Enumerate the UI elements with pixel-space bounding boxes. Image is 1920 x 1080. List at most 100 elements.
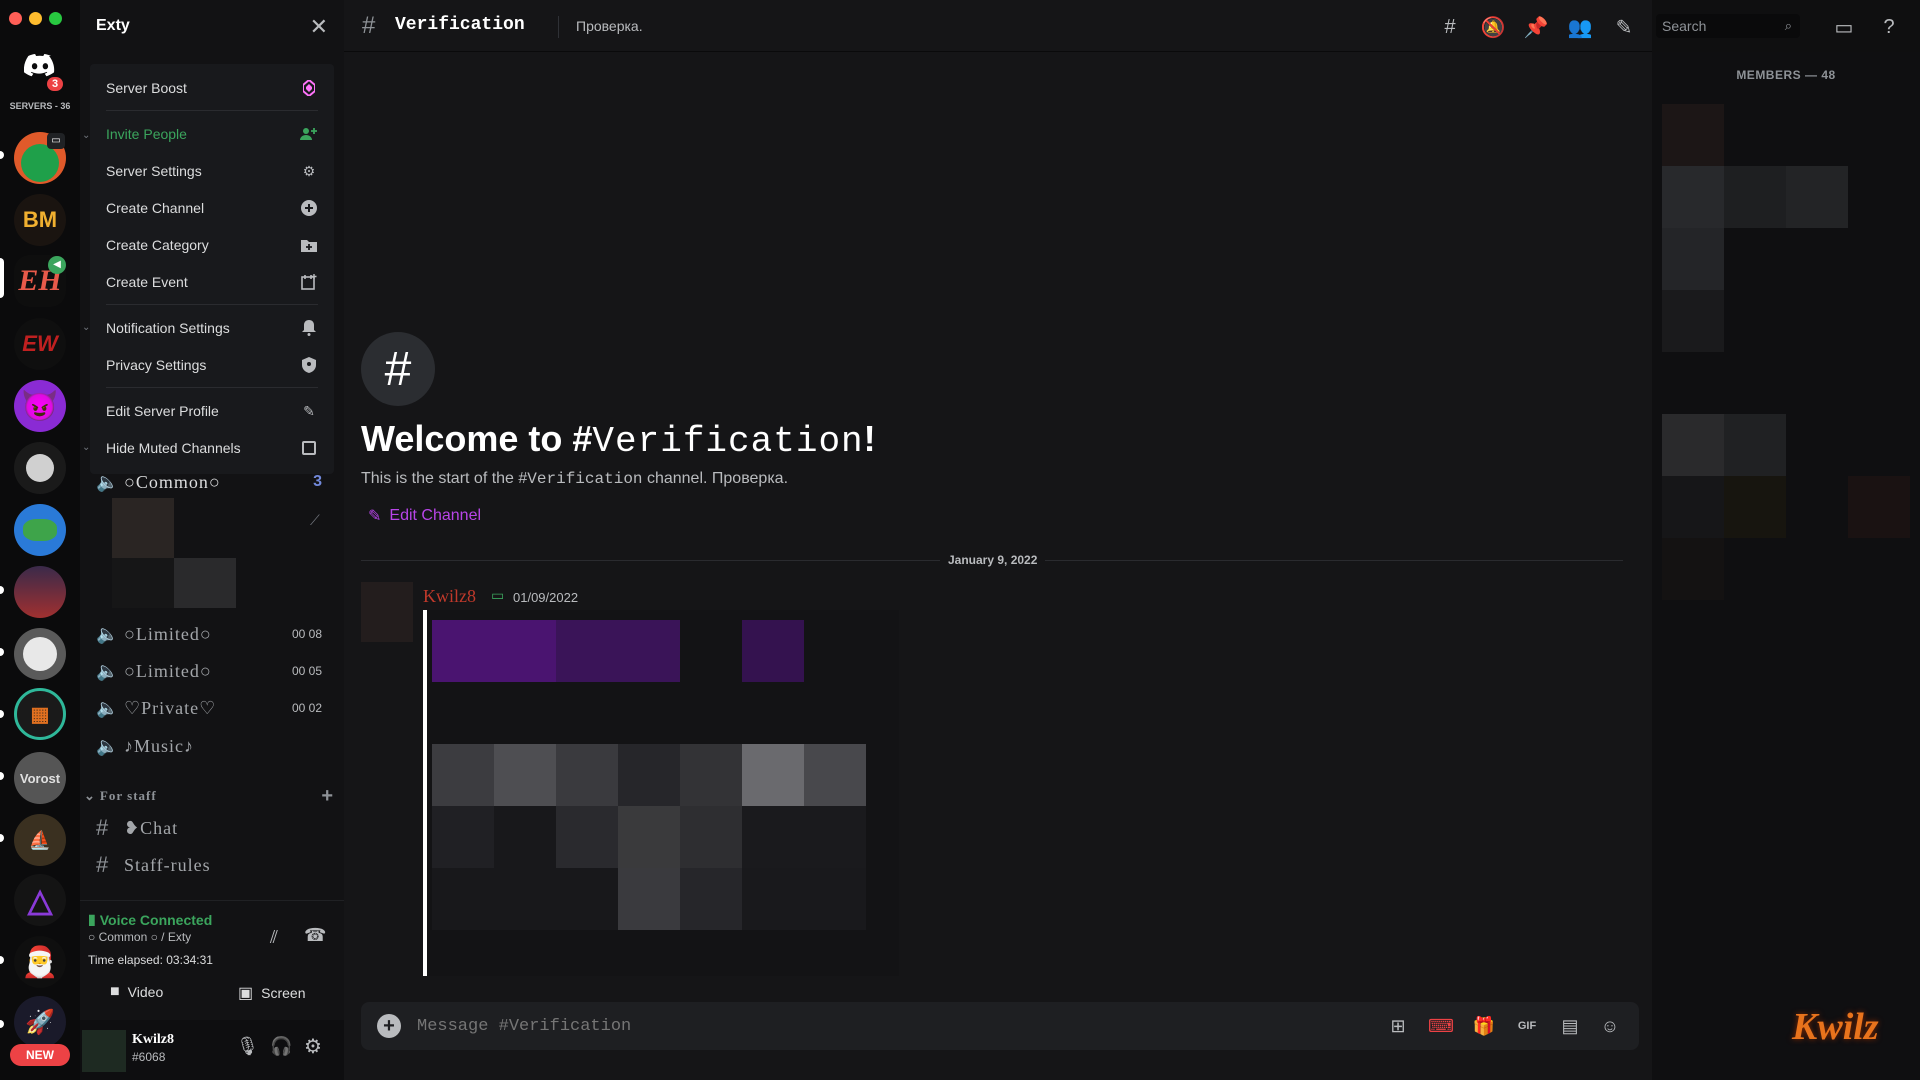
embed-pixel <box>742 806 866 868</box>
member-avatar[interactable] <box>1662 538 1724 600</box>
voice-channel-limited[interactable]: 🔈 ○Limited○ 00 05 <box>96 654 336 688</box>
member-avatar[interactable] <box>1662 166 1724 228</box>
embed-pixel <box>742 620 804 682</box>
voice-channel-music[interactable]: 🔈 ♪Music♪ <box>96 729 336 763</box>
channel-topic[interactable]: Проверка. <box>576 18 643 34</box>
menu-item-create-event[interactable]: Create Event <box>98 266 326 298</box>
server-header[interactable]: Exty <box>80 0 344 52</box>
desktop-icon: ▭ <box>491 587 505 603</box>
embed-pixel <box>556 744 618 806</box>
server-icon-boat[interactable]: ⛵ <box>14 814 66 866</box>
server-icon-sunset[interactable] <box>14 566 66 618</box>
edit-note-icon[interactable]: ✎ <box>1611 14 1637 40</box>
embed-pixel <box>432 620 556 682</box>
inbox-icon[interactable]: ▭ <box>1831 14 1857 40</box>
embed-pixel <box>742 744 804 806</box>
pin-icon[interactable]: 📌 <box>1523 14 1549 40</box>
threads-icon[interactable]: # <box>1437 14 1463 40</box>
voice-channel-private[interactable]: 🔈 ♡Private♡ 00 02 <box>96 691 336 725</box>
screen-share-button[interactable]: ▣ Screen <box>238 983 305 1003</box>
server-icon-rocket[interactable]: 🚀 <box>14 996 66 1048</box>
voice-location[interactable]: ○ Common ○ / Exty <box>88 930 191 944</box>
server-icon-triangle[interactable]: △ <box>14 874 66 926</box>
category-for-staff[interactable]: ⌄ For staff + <box>84 785 334 808</box>
text-channel-staff-rules[interactable]: # Staff-rules <box>96 848 336 882</box>
avatar[interactable] <box>82 1030 126 1072</box>
gift-icon[interactable]: 🎁 <box>1471 1014 1497 1038</box>
voice-user-avatar[interactable] <box>112 498 174 558</box>
menu-item-server-settings[interactable]: Server Settings ⚙ <box>98 155 326 187</box>
menu-item-privacy-settings[interactable]: Privacy Settings <box>98 349 326 381</box>
message-avatar[interactable] <box>361 582 413 642</box>
deafened-icon: ⟋ <box>310 512 320 528</box>
translate-icon[interactable]: ⊞ <box>1385 1014 1411 1038</box>
server-icon-bm[interactable]: BM <box>14 194 66 246</box>
text-channel-chat[interactable]: # ❥Chat <box>96 811 336 845</box>
menu-item-create-category[interactable]: Create Category <box>98 229 326 261</box>
screen-share-icon: ▭ <box>47 133 65 149</box>
server-icon-cat[interactable] <box>14 628 66 680</box>
calendar-plus-icon <box>300 273 318 291</box>
search-input[interactable]: Search ⌕ <box>1656 14 1800 38</box>
server-icon-ew[interactable]: EW <box>14 318 66 370</box>
server-icon-wolf[interactable] <box>14 442 66 494</box>
video-button[interactable]: ■ Video <box>110 983 163 1001</box>
voice-user-avatar[interactable] <box>174 558 236 608</box>
close-icon[interactable]: ✕ <box>310 14 328 40</box>
menu-item-edit-server-profile[interactable]: Edit Server Profile ✎ <box>98 395 326 427</box>
voice-user-avatar[interactable] <box>112 558 174 608</box>
sticker-icon[interactable]: ▤ <box>1557 1014 1583 1038</box>
server-icon-vorost[interactable]: Vorost <box>14 752 66 804</box>
member-avatar[interactable] <box>1662 290 1724 352</box>
kwilz-watermark-logo: Kwilz <box>1792 1006 1879 1048</box>
message-timestamp: 01/09/2022 <box>513 590 579 605</box>
mute-bell-icon[interactable]: 🔕 <box>1480 14 1506 40</box>
voice-status[interactable]: ▮ Voice Connected <box>88 911 212 928</box>
member-avatar[interactable] <box>1786 166 1848 228</box>
user-settings-gear-icon[interactable]: ⚙ <box>304 1034 322 1059</box>
category-label: For staff <box>99 788 157 803</box>
server-icon-earth[interactable] <box>14 504 66 556</box>
member-avatar[interactable] <box>1724 166 1786 228</box>
gif-icon[interactable]: GIF <box>1514 1014 1540 1038</box>
headphones-icon[interactable]: 🎧 <box>270 1036 292 1057</box>
voice-channel-common[interactable]: 🔈 ○Common○ 3 <box>96 465 336 499</box>
message-author[interactable]: Kwilz8 <box>423 586 476 607</box>
menu-item-create-channel[interactable]: Create Channel <box>98 192 326 224</box>
plus-circle-icon <box>300 199 318 217</box>
server-icon-santa[interactable]: 🎅 <box>14 936 66 988</box>
edit-channel-link[interactable]: ✎ Edit Channel <box>368 506 481 526</box>
server-icon-devil[interactable]: 😈 <box>14 380 66 432</box>
noise-suppression-icon[interactable]: ⫽ <box>270 927 278 948</box>
member-list-icon[interactable]: 👥 <box>1567 14 1593 40</box>
menu-separator <box>106 387 318 388</box>
menu-item-hide-muted-channels[interactable]: Hide Muted Channels <box>98 432 326 464</box>
member-avatar[interactable] <box>1724 414 1786 476</box>
voice-channel-limited[interactable]: 🔈 ○Limited○ 00 08 <box>96 617 336 651</box>
keyboard-icon[interactable]: ⌨ <box>1428 1014 1454 1038</box>
menu-item-server-boost[interactable]: Server Boost <box>98 72 326 104</box>
attach-plus-icon[interactable]: + <box>377 1014 401 1038</box>
message-input[interactable] <box>417 1014 1117 1038</box>
checkbox-unchecked[interactable] <box>300 439 318 457</box>
microphone-icon[interactable]: 🎙 <box>236 1036 259 1057</box>
bell-icon <box>300 319 318 337</box>
close-window-button[interactable] <box>9 12 22 25</box>
minimize-window-button[interactable] <box>29 12 42 25</box>
menu-item-notification-settings[interactable]: Notification Settings <box>98 312 326 344</box>
member-avatar[interactable] <box>1662 228 1724 290</box>
member-avatar[interactable] <box>1662 476 1724 538</box>
maximize-window-button[interactable] <box>49 12 62 25</box>
member-avatar[interactable] <box>1848 476 1910 538</box>
help-icon[interactable]: ? <box>1876 14 1902 40</box>
member-avatar[interactable] <box>1662 104 1724 166</box>
new-badge[interactable]: NEW <box>10 1044 70 1066</box>
server-icon-grid[interactable]: ▦ <box>14 688 66 740</box>
disconnect-icon[interactable]: ☎ <box>304 925 326 946</box>
menu-item-invite-people[interactable]: Invite People <box>98 118 326 150</box>
emoji-icon[interactable]: ☺ <box>1597 1014 1623 1038</box>
unread-pill <box>0 648 4 656</box>
member-avatar[interactable] <box>1662 414 1724 476</box>
member-avatar[interactable] <box>1724 476 1786 538</box>
add-channel-icon[interactable]: + <box>321 785 334 808</box>
